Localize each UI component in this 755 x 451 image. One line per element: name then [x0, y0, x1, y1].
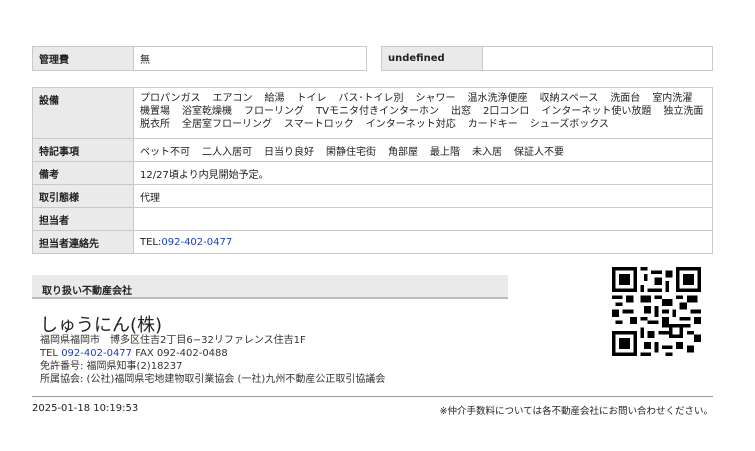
management-fee-label: 管理費 [32, 46, 134, 71]
company-fax: FAX 092-402-0488 [135, 348, 228, 359]
equipment-item: カードキー [467, 119, 518, 130]
person-value [133, 207, 713, 231]
transaction-label: 取引態様 [32, 184, 134, 208]
footer-divider [32, 396, 713, 397]
equipment-item: インターネット対応 [365, 119, 456, 130]
special-notes-label: 特記事項 [32, 138, 134, 162]
tel-label: TEL [40, 348, 58, 359]
equipment-item: 温水洗浄便座 [467, 93, 528, 104]
special-note-item: 二人入居可 [202, 146, 252, 158]
equipment-item: 浴室乾燥機 [182, 106, 232, 117]
equipment-item: TVモニタ付きインターホン [316, 106, 439, 117]
transaction-row: 取引態様 代理 [32, 184, 713, 208]
equipment-item: インターネット使い放題 [541, 106, 652, 117]
equipment-item: トイレ [296, 93, 327, 104]
company-address: 福岡県福岡市 博多区住吉2丁目6−32リファレンス住吉1F [40, 335, 306, 346]
contact-prefix: TEL: [140, 236, 162, 248]
person-row: 担当者 [32, 207, 713, 231]
equipment-item: シューズボックス [529, 119, 609, 130]
contact-value: TEL:092-402-0477 [133, 230, 713, 254]
equipment-item: 給湯 [264, 93, 285, 104]
special-notes-row: 特記事項 ペット不可 二人入居可 日当り良好 閑静住宅街 角部屋 最上階 未入居 保証人不要 [32, 138, 713, 162]
timestamp: 2025-01-18 10:19:53 [32, 403, 139, 414]
details-table: 設備 プロパンガス エアコン 給湯 トイレ バス･トイレ別 シャワー 温水洗浄便座 収納スペー… [32, 87, 713, 254]
special-note-item: 保証人不要 [514, 146, 564, 158]
equipment-item: 全居室フローリング [182, 119, 272, 130]
equipment-item: シャワー [415, 93, 456, 104]
special-note-item: 閑静住宅街 [326, 146, 376, 158]
transaction-value: 代理 [133, 184, 713, 208]
association: 所属協会: (公社)福岡県宅地建物取引業協会 (一社)九州不動産公正取引協議会 [40, 374, 386, 385]
qr-code [612, 267, 701, 356]
company-phone-line: TEL 092-402-0477 FAX 092-402-0488 [40, 347, 228, 360]
table-gap [366, 46, 382, 71]
equipment-row: 設備 プロパンガス エアコン 給湯 トイレ バス･トイレ別 シャワー 温水洗浄便座 収納スペー… [32, 87, 713, 139]
remarks-row: 備考 12/27頃より内見開始予定。 [32, 161, 713, 185]
undefined-value [482, 46, 713, 71]
contact-label: 担当者連絡先 [32, 230, 134, 254]
contact-phone-link[interactable]: 092-402-0477 [161, 237, 232, 248]
equipment-item: 室内洗濯 [652, 93, 693, 104]
company-phone-link[interactable]: 092-402-0477 [61, 348, 132, 359]
equipment-item: スマートロック [284, 119, 354, 130]
special-note-item: ペット不可 [140, 146, 190, 158]
person-label: 担当者 [32, 207, 134, 231]
equipment-item: 脱衣所 [140, 119, 170, 130]
equipment-item: プロパンガス [140, 93, 201, 104]
special-note-item: 角部屋 [388, 146, 418, 158]
footer-note: ※仲介手数料については各不動産会社にお問い合わせください。 [439, 406, 714, 417]
management-fee-value: 無 [133, 46, 367, 71]
equipment-item: 洗面台 [610, 93, 641, 104]
equipment-item: 2口コンロ [482, 106, 530, 117]
special-note-item: 日当り良好 [264, 146, 314, 158]
special-notes-value: ペット不可 二人入居可 日当り良好 閑静住宅街 角部屋 最上階 未入居 保証人不要 [133, 138, 713, 162]
equipment-item: 収納スペース [539, 93, 599, 104]
equipment-item: 機置場 [140, 106, 170, 117]
equipment-item: バス･トイレ別 [338, 93, 404, 104]
undefined-label: undefined [381, 46, 483, 71]
equipment-item: エアコン [212, 93, 253, 104]
equipment-item: 独立洗面 [663, 106, 704, 117]
license-number: 免許番号: 福岡県知事(2)18237 [40, 361, 183, 372]
fee-table: 管理費 無 undefined [32, 46, 713, 71]
equipment-item: 出窓 [450, 106, 471, 117]
remarks-value: 12/27頃より内見開始予定。 [133, 161, 713, 185]
equipment-value: プロパンガス エアコン 給湯 トイレ バス･トイレ別 シャワー 温水洗浄便座 収納スペース 洗面… [133, 87, 713, 139]
contact-row: 担当者連絡先 TEL:092-402-0477 [32, 230, 713, 254]
special-note-item: 最上階 [430, 146, 460, 158]
equipment-item: フローリング [244, 106, 304, 117]
agency-header: 取り扱い不動産会社 [32, 275, 508, 299]
special-note-item: 未入居 [472, 146, 502, 158]
equipment-label: 設備 [32, 87, 134, 139]
remarks-label: 備考 [32, 161, 134, 185]
